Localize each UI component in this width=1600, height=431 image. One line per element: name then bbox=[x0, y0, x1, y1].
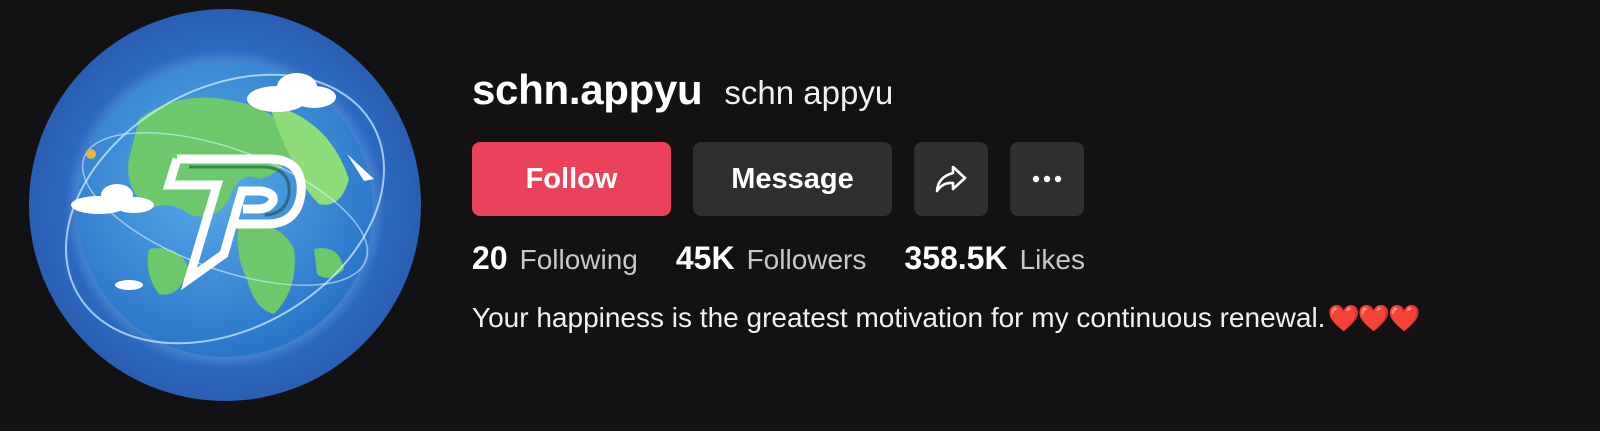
stat-likes: 358.5K Likes bbox=[904, 240, 1085, 277]
username: schn.appyu bbox=[472, 66, 703, 113]
name-row: schn.appyu schn appyu bbox=[472, 66, 893, 114]
stat-label: Followers bbox=[746, 244, 867, 275]
message-button[interactable]: Message bbox=[693, 142, 892, 216]
more-horizontal-icon bbox=[1032, 175, 1062, 183]
follow-button[interactable]: Follow bbox=[472, 142, 671, 216]
bio-text: Your happiness is the greatest motivatio… bbox=[472, 302, 1326, 333]
profile-bio: Your happiness is the greatest motivatio… bbox=[472, 302, 1421, 334]
stat-followers[interactable]: 45K Followers bbox=[676, 240, 867, 277]
share-arrow-icon bbox=[935, 165, 967, 193]
stat-following[interactable]: 20 Following bbox=[472, 240, 638, 277]
profile-header: schn.appyu schn appyu Follow Message 20 … bbox=[0, 0, 1600, 431]
stat-value: 20 bbox=[472, 240, 508, 276]
stat-value: 358.5K bbox=[904, 240, 1008, 276]
profile-avatar[interactable] bbox=[29, 9, 421, 401]
bio-emoji: ❤️❤️❤️ bbox=[1327, 303, 1420, 333]
share-button[interactable] bbox=[914, 142, 988, 216]
profile-stats: 20 Following 45K Followers 358.5K Likes bbox=[472, 240, 1123, 277]
action-buttons: Follow Message bbox=[472, 142, 1084, 216]
stat-label: Following bbox=[519, 244, 638, 275]
stat-value: 45K bbox=[675, 240, 735, 276]
nickname: schn appyu bbox=[724, 74, 894, 111]
more-options-button[interactable] bbox=[1010, 142, 1084, 216]
globe-logo-icon bbox=[29, 9, 421, 401]
stat-label: Likes bbox=[1019, 244, 1085, 275]
